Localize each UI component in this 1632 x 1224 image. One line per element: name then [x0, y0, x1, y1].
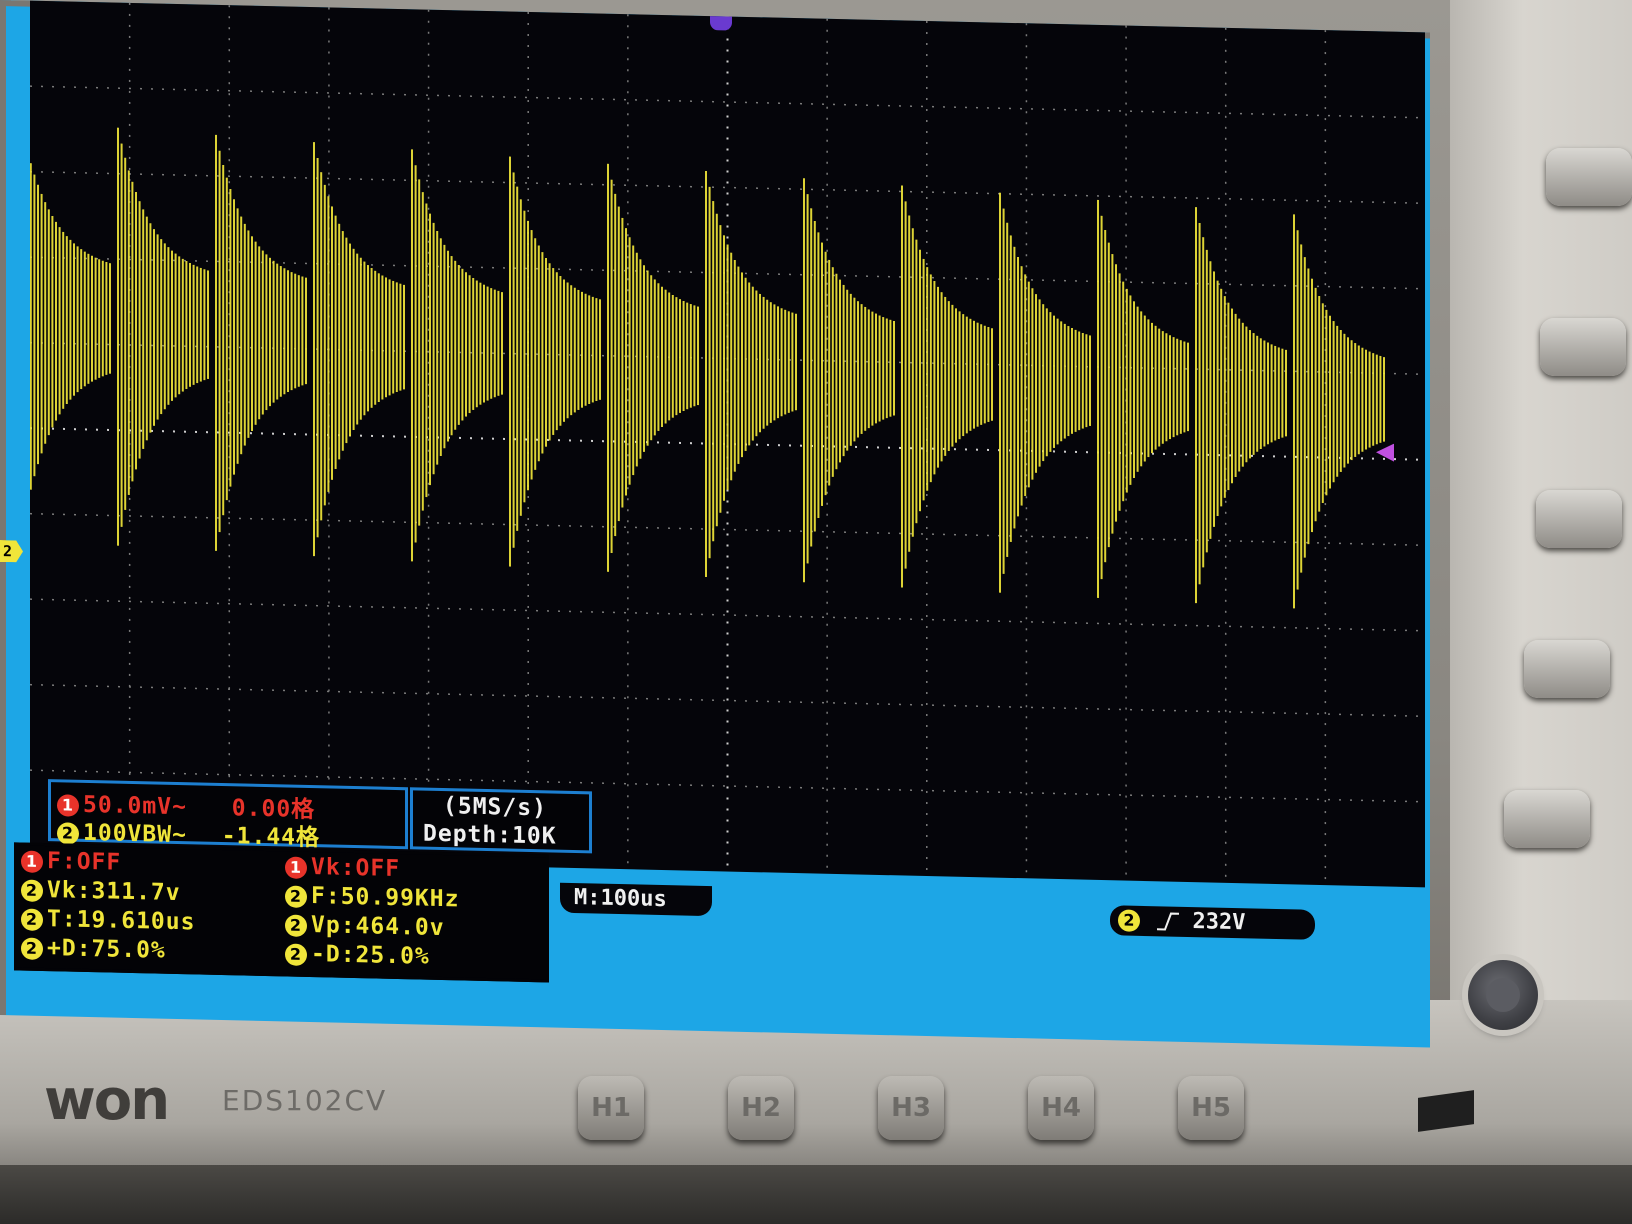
hkey-h1[interactable]: H1: [578, 1076, 644, 1140]
brand-logo: won: [44, 1068, 170, 1133]
measurement-channel-badge-icon: 2: [285, 913, 307, 937]
trigger-readout: 2 232V: [1110, 905, 1315, 940]
measurement-value: Vk:311.7v: [47, 877, 181, 907]
lcd-screen: 2 1 50.0mV~ 0.00格 2 100VBW~ -1.44格 (5MS/s)…: [0, 0, 1430, 1048]
measurement-panel: 1 F:OFF 2 Vk:311.7v 2 T:19.610us 2 +D:75.0% 1 Vk…: [14, 842, 549, 983]
ch2-ground-marker-icon: 2: [0, 540, 23, 563]
waveform-graticule: [30, 0, 1425, 888]
memory-depth: Depth:10K: [423, 820, 557, 850]
measurement-value: T:19.610us: [47, 906, 196, 936]
ch2-badge-icon: 2: [57, 821, 79, 845]
model-number: EDS102CV: [222, 1084, 388, 1117]
measurement-row: 1 F:OFF: [21, 847, 122, 876]
measurement-value: F:OFF: [47, 848, 122, 876]
trigger-level: 232V: [1192, 909, 1246, 936]
measurement-value: +D:75.0%: [47, 935, 166, 964]
measurement-channel-badge-icon: 2: [21, 907, 43, 931]
sample-rate: (5MS/s): [443, 793, 547, 822]
measurement-row: 2 +D:75.0%: [21, 934, 166, 964]
measurement-channel-badge-icon: 2: [285, 884, 307, 908]
hkey-h4[interactable]: H4: [1028, 1076, 1094, 1140]
measurement-row: 2 Vk:311.7v: [21, 876, 181, 906]
oscilloscope-body: 2 1 50.0mV~ 0.00格 2 100VBW~ -1.44格 (5MS/s)…: [0, 0, 1632, 1224]
softkey-f4[interactable]: [1524, 640, 1610, 698]
softkey-f3[interactable]: [1536, 490, 1622, 548]
ch2-waveform-trace: [30, 120, 1385, 609]
softkey-f1[interactable]: [1546, 148, 1632, 206]
graticule-svg: [30, 2, 1425, 886]
bottom-strip: [0, 1165, 1632, 1224]
measurement-value: -D:25.0%: [311, 941, 430, 970]
measurement-row: 2 F:50.99KHz: [285, 882, 459, 912]
hkey-h2[interactable]: H2: [728, 1076, 794, 1140]
measurement-value: F:50.99KHz: [311, 883, 460, 913]
hkey-h5[interactable]: H5: [1178, 1076, 1244, 1140]
measurement-channel-badge-icon: 1: [285, 855, 307, 879]
measurement-value: Vk:OFF: [311, 854, 401, 883]
measurement-row: 2 -D:25.0%: [285, 940, 430, 970]
measurement-value: Vp:464.0v: [311, 912, 445, 942]
measurement-channel-badge-icon: 2: [285, 942, 307, 966]
measurement-channel-badge-icon: 2: [21, 936, 43, 960]
softkey-f2[interactable]: [1540, 318, 1626, 376]
trigger-position-marker-icon: [710, 16, 732, 31]
channel-scale-box: 1 50.0mV~ 0.00格 2 100VBW~ -1.44格: [48, 779, 408, 851]
timebase-readout: M:100us: [560, 882, 712, 917]
measurement-row: 1 Vk:OFF: [285, 853, 400, 882]
rising-edge-icon: [1157, 912, 1180, 931]
trigger-source-badge-icon: 2: [1118, 909, 1140, 932]
measurement-row: 2 T:19.610us: [21, 905, 195, 935]
softkey-f5[interactable]: [1504, 790, 1590, 848]
hkey-h3[interactable]: H3: [878, 1076, 944, 1140]
measurement-channel-badge-icon: 2: [21, 878, 43, 902]
measurement-row: 2 Vp:464.0v: [285, 911, 445, 941]
acquisition-box: (5MS/s) Depth:10K: [410, 787, 592, 854]
measurement-channel-badge-icon: 1: [21, 849, 43, 873]
knob-center: [1486, 978, 1520, 1012]
